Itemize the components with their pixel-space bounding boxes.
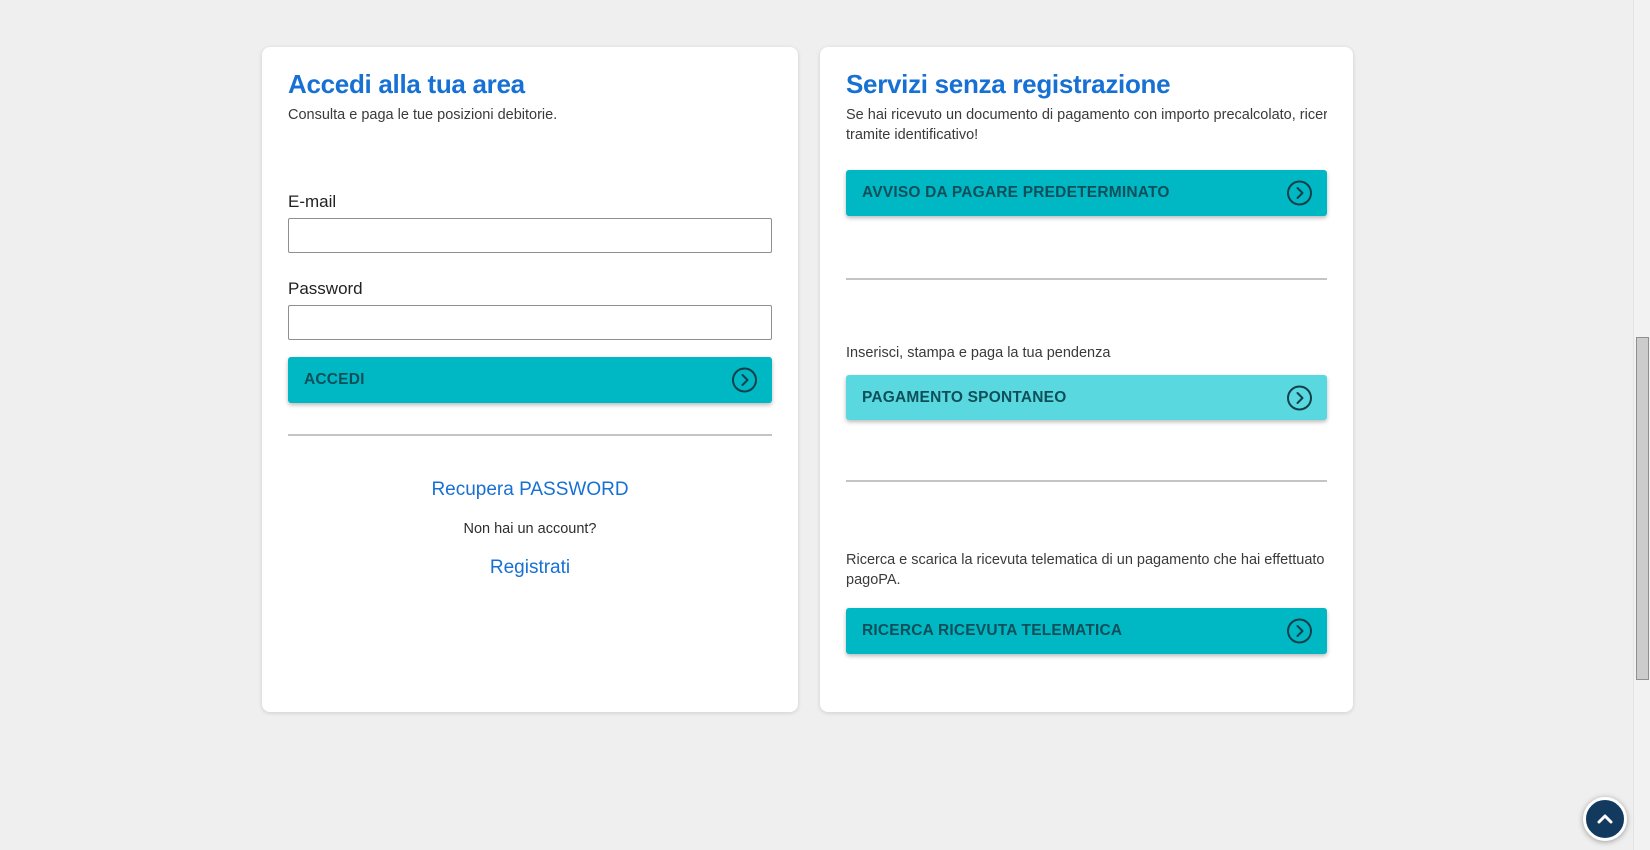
login-button[interactable]: ACCEDI [288, 357, 772, 403]
chevron-right-circle-icon [1286, 618, 1313, 645]
scrollbar-track[interactable] [1633, 0, 1650, 850]
login-divider [288, 434, 772, 436]
predetermined-notice-button[interactable]: AVVISO DA PAGARE PREDETERMINATO [846, 170, 1327, 216]
password-input[interactable] [288, 305, 772, 340]
login-button-label: ACCEDI [304, 371, 365, 388]
receipt-search-text-line-1: Ricerca e scarica la ricevuta telematica… [846, 550, 1327, 570]
services-divider-2 [846, 480, 1327, 482]
scrollbar-thumb[interactable] [1636, 337, 1649, 680]
receipt-search-button[interactable]: RICERCA RICEVUTA TELEMATICA [846, 608, 1327, 654]
email-input[interactable] [288, 218, 772, 253]
services-intro-line-2: tramite identificativo! [846, 125, 1327, 145]
spontaneous-payment-button-label: PAGAMENTO SPONTANEO [862, 389, 1066, 406]
no-account-text: Non hai un account? [288, 519, 772, 539]
chevron-right-circle-icon [731, 367, 758, 394]
services-intro-line-1: Se hai ricevuto un documento di pagament… [846, 105, 1327, 125]
chevron-right-circle-icon [1286, 384, 1313, 411]
scroll-to-top-button[interactable] [1583, 797, 1627, 841]
services-divider-1 [846, 278, 1327, 280]
predetermined-notice-button-label: AVVISO DA PAGARE PREDETERMINATO [862, 184, 1170, 201]
chevron-up-icon [1593, 807, 1617, 831]
chevron-right-circle-icon [1286, 180, 1313, 207]
receipt-search-text-line-2: pagoPA. [846, 570, 1327, 590]
page-background: { "login_card": { "title": "Accedi alla … [0, 0, 1650, 850]
password-label: Password [288, 278, 772, 300]
receipt-search-button-label: RICERCA RICEVUTA TELEMATICA [862, 622, 1122, 639]
services-intro-text: Se hai ricevuto un documento di pagament… [846, 105, 1327, 145]
login-card: Accedi alla tua area Consulta e paga le … [262, 47, 798, 712]
receipt-search-text: Ricerca e scarica la ricevuta telematica… [846, 550, 1327, 590]
spontaneous-payment-button[interactable]: PAGAMENTO SPONTANEO [846, 375, 1327, 420]
login-card-subtitle: Consulta e paga le tue posizioni debitor… [288, 105, 772, 125]
login-card-title: Accedi alla tua area [288, 69, 772, 99]
email-label: E-mail [288, 191, 772, 213]
register-link[interactable]: Registrati [288, 556, 772, 580]
spontaneous-payment-text: Inserisci, stampa e paga la tua pendenza [846, 343, 1327, 363]
services-card-title: Servizi senza registrazione [846, 69, 1327, 99]
recover-password-link[interactable]: Recupera PASSWORD [288, 478, 772, 502]
services-card: Servizi senza registrazione Se hai ricev… [820, 47, 1353, 712]
